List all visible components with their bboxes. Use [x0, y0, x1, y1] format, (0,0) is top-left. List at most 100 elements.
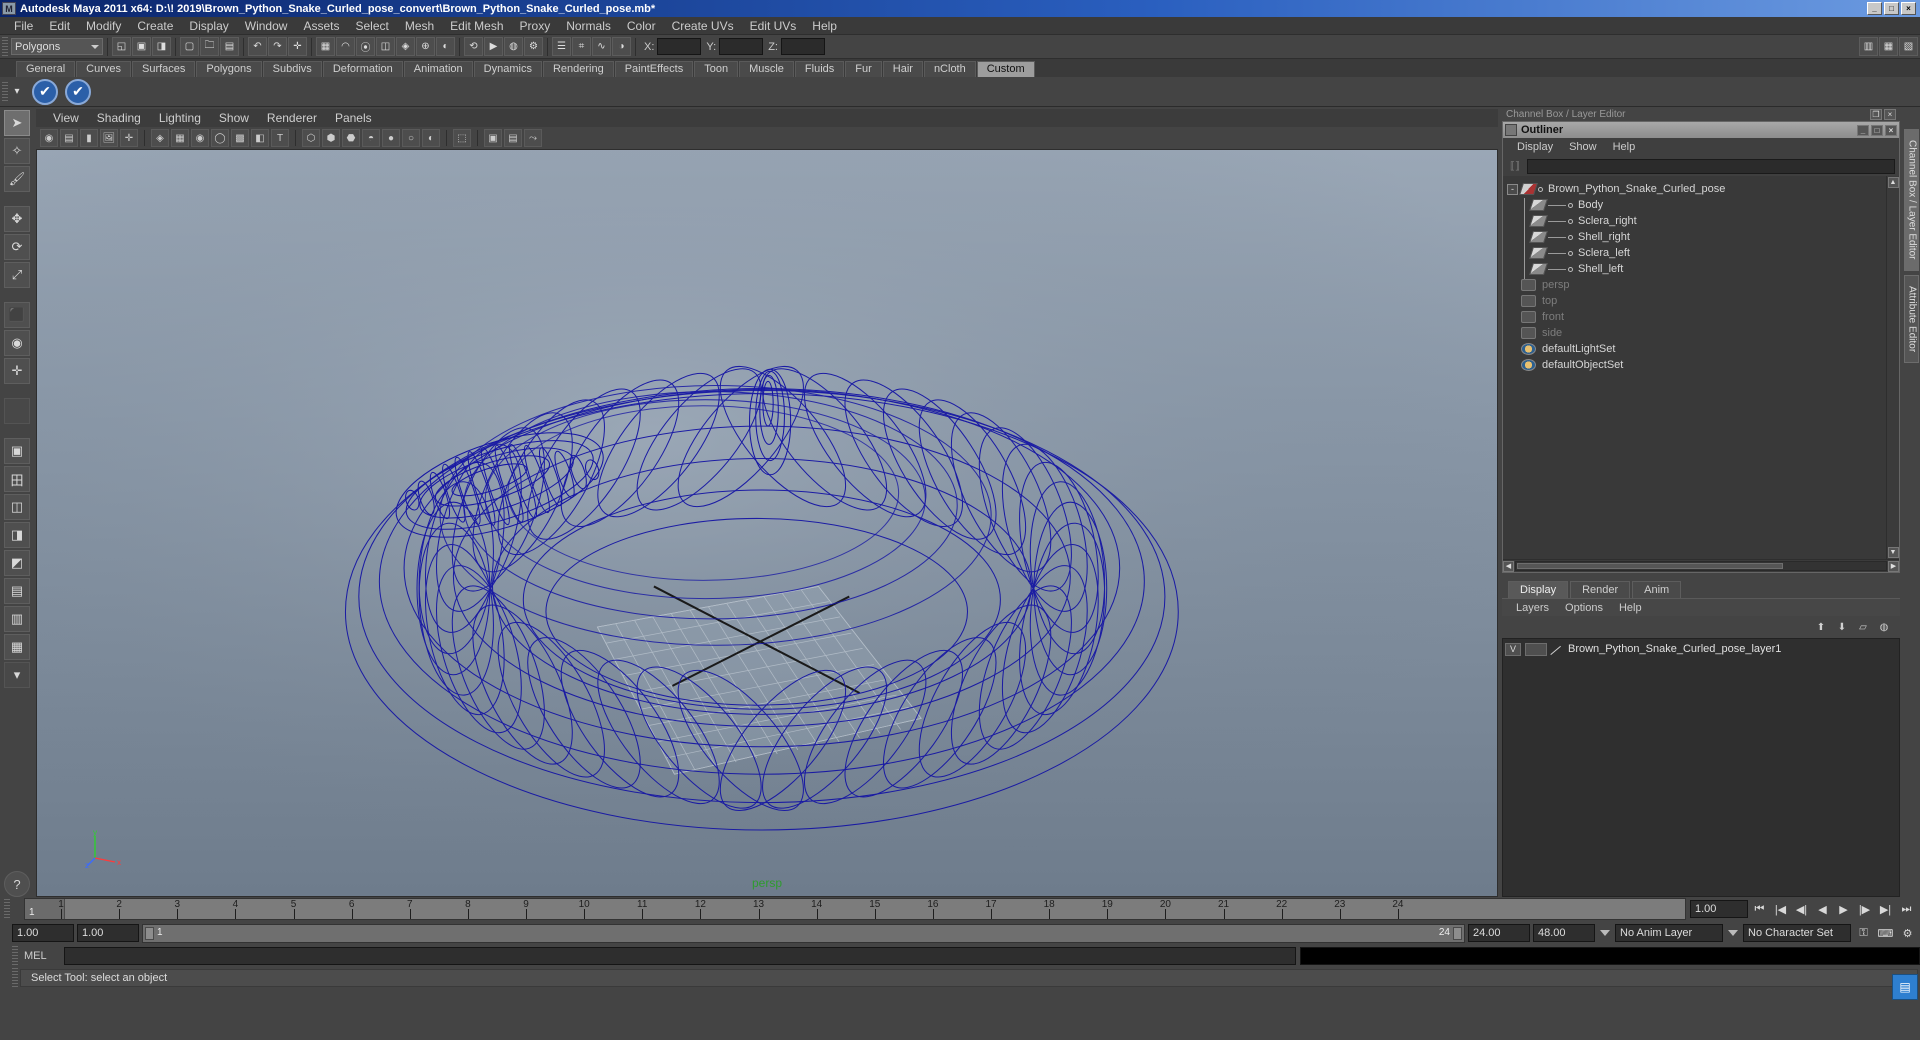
shelf-tab-toon[interactable]: Toon: [694, 61, 739, 77]
shelf-tab-curves[interactable]: Curves: [76, 61, 131, 77]
outliner-item-brown-python-snake-curled-pose[interactable]: - Brown_Python_Snake_Curled_pose: [1507, 181, 1886, 197]
snap-curve-button[interactable]: ◠: [336, 37, 355, 56]
timeline-grip[interactable]: [4, 899, 10, 919]
anim-end-field[interactable]: 48.00: [1533, 924, 1595, 942]
bookmark-icon[interactable]: ▮: [80, 129, 98, 147]
anim-start-field[interactable]: 1.00: [12, 924, 74, 942]
help-line-grip[interactable]: [12, 968, 18, 988]
layer-playback-toggle[interactable]: [1525, 642, 1547, 656]
select-by-component-button[interactable]: ◨: [152, 37, 171, 56]
dock-close-button[interactable]: ×: [1884, 108, 1896, 120]
menu-item-create-uvs[interactable]: Create UVs: [664, 17, 742, 35]
layer-color-swatch-icon[interactable]: [1551, 643, 1564, 656]
range-right-handle[interactable]: [1453, 926, 1462, 940]
command-line-input[interactable]: [64, 947, 1296, 965]
text-toggle-icon[interactable]: T: [271, 129, 289, 147]
gate-mask-icon[interactable]: ◯: [211, 129, 229, 147]
display-layer-row[interactable]: V Brown_Python_Snake_Curled_pose_layer1: [1505, 641, 1897, 657]
snap-magnet-button[interactable]: ⊕: [416, 37, 435, 56]
select-camera-icon[interactable]: ◉: [40, 129, 58, 147]
use-all-lights-icon[interactable]: ●: [382, 129, 400, 147]
scroll-up-button[interactable]: ▲: [1887, 177, 1899, 188]
use-default-light-icon[interactable]: ○: [402, 129, 420, 147]
menu-item-file[interactable]: File: [6, 17, 41, 35]
smooth-shade-all-icon[interactable]: ⬢: [322, 129, 340, 147]
save-scene-button[interactable]: ▤: [220, 37, 239, 56]
resolution-gate-icon[interactable]: ◉: [191, 129, 209, 147]
playback-end-field[interactable]: 24.00: [1468, 924, 1530, 942]
layer-editor-tab-anim[interactable]: Anim: [1632, 581, 1682, 598]
move-layer-down-icon[interactable]: ⬇: [1834, 620, 1850, 634]
single-perspective-view-icon[interactable]: ▣: [484, 129, 502, 147]
outliner-minimize-button[interactable]: _: [1857, 124, 1869, 136]
menu-item-select[interactable]: Select: [347, 17, 396, 35]
layout-persp-graph-button[interactable]: ◨: [4, 522, 30, 548]
outliner-horizontal-scrollbar[interactable]: ◀ ▶: [1503, 559, 1899, 572]
outliner-item-sclera-left[interactable]: Sclera_left: [1507, 245, 1886, 261]
shelf-options-icon[interactable]: ▾: [10, 82, 24, 101]
snap-view-plane-button[interactable]: ◫: [376, 37, 395, 56]
camera-attributes-icon[interactable]: ▤: [60, 129, 78, 147]
layout-single-pane-button[interactable]: ▣: [4, 438, 30, 464]
outliner-filter-icon[interactable]: ⟦⟧: [1507, 159, 1523, 173]
viewport-menu-panels[interactable]: Panels: [326, 111, 381, 125]
viewport-menu-lighting[interactable]: Lighting: [150, 111, 210, 125]
shelf-tab-painteffects[interactable]: PaintEffects: [614, 61, 694, 77]
side-tab-attribute-editor[interactable]: Attribute Editor: [1903, 274, 1919, 363]
auto-key-icon[interactable]: ⌨: [1876, 924, 1895, 942]
two-d-pan-zoom-icon[interactable]: ✛: [120, 129, 138, 147]
outliner-menu-help[interactable]: Help: [1605, 141, 1644, 153]
perspective-viewport[interactable]: y x z persp: [36, 149, 1498, 897]
character-set-field[interactable]: No Character Set: [1743, 924, 1851, 942]
shelf-item-check-2[interactable]: ✔: [65, 78, 91, 105]
select-by-hierarchy-button[interactable]: ◱: [112, 37, 131, 56]
range-slider[interactable]: 1 24: [142, 923, 1465, 943]
animation-preferences-icon[interactable]: ⚙: [1898, 924, 1917, 942]
two-pane-view-icon[interactable]: ▤: [504, 129, 522, 147]
command-line-toggle-button[interactable]: ▤: [1892, 974, 1918, 1000]
outliner-expander[interactable]: -: [1507, 183, 1518, 195]
ipr-render-button[interactable]: ◍: [504, 37, 523, 56]
outliner-item-shell-left[interactable]: Shell_left: [1507, 261, 1886, 277]
menu-item-display[interactable]: Display: [181, 17, 236, 35]
viewport-menu-shading[interactable]: Shading: [88, 111, 150, 125]
playback-start-field[interactable]: 1.00: [77, 924, 139, 942]
selection-mode-selector[interactable]: Polygons: [11, 38, 103, 55]
new-layer-icon[interactable]: ▱: [1855, 620, 1871, 634]
side-tab-channel-box-layer-editor[interactable]: Channel Box / Layer Editor: [1903, 129, 1919, 271]
scroll-left-button[interactable]: ◀: [1503, 560, 1514, 572]
playback-speed-field[interactable]: 1.00: [1690, 900, 1748, 918]
open-outliner-button[interactable]: ☰: [552, 37, 571, 56]
menu-item-edit-mesh[interactable]: Edit Mesh: [442, 17, 511, 35]
universal-manipulator-button[interactable]: ⬛: [4, 302, 30, 328]
outliner-item-top[interactable]: top: [1507, 293, 1886, 309]
exposure-icon[interactable]: ◧: [251, 129, 269, 147]
show-channel-box-button[interactable]: ▥: [1859, 37, 1878, 56]
outliner-close-button[interactable]: ×: [1885, 124, 1897, 136]
step-back-keyframe-icon[interactable]: |◀: [1771, 900, 1790, 918]
minimize-button[interactable]: _: [1867, 2, 1882, 15]
open-hypershade-button[interactable]: ◑: [612, 37, 631, 56]
shelf-tab-fluids[interactable]: Fluids: [794, 61, 845, 77]
layout-two-pane-button[interactable]: ▥: [4, 606, 30, 632]
help-line-toggle-button[interactable]: ?: [4, 871, 30, 897]
anim-layer-dropdown-arrow[interactable]: [1598, 924, 1612, 942]
construction-history-button[interactable]: ⟲: [464, 37, 483, 56]
command-line-grip[interactable]: [12, 946, 18, 966]
shelf-tab-surfaces[interactable]: Surfaces: [131, 61, 196, 77]
outliner-item-defaultlightset[interactable]: defaultLightSet: [1507, 341, 1886, 357]
outliner-menu-show[interactable]: Show: [1561, 141, 1605, 153]
shelf-tab-general[interactable]: General: [16, 61, 76, 77]
shelf-tab-animation[interactable]: Animation: [403, 61, 473, 77]
share-view-icon[interactable]: ⤳: [524, 129, 542, 147]
step-forward-frame-icon[interactable]: |▶: [1855, 900, 1874, 918]
play-forwards-icon[interactable]: ▶: [1834, 900, 1853, 918]
viewport-menu-renderer[interactable]: Renderer: [258, 111, 326, 125]
isolate-select-icon[interactable]: ⬚: [453, 129, 471, 147]
open-scene-button[interactable]: 🗀: [200, 37, 219, 56]
layout-persp-outliner-button[interactable]: ◫: [4, 494, 30, 520]
step-forward-keyframe-icon[interactable]: ▶|: [1876, 900, 1895, 918]
shelf-item-check-1[interactable]: ✔: [32, 78, 58, 105]
menu-item-edit-uvs[interactable]: Edit UVs: [742, 17, 805, 35]
close-button[interactable]: ×: [1901, 2, 1916, 15]
